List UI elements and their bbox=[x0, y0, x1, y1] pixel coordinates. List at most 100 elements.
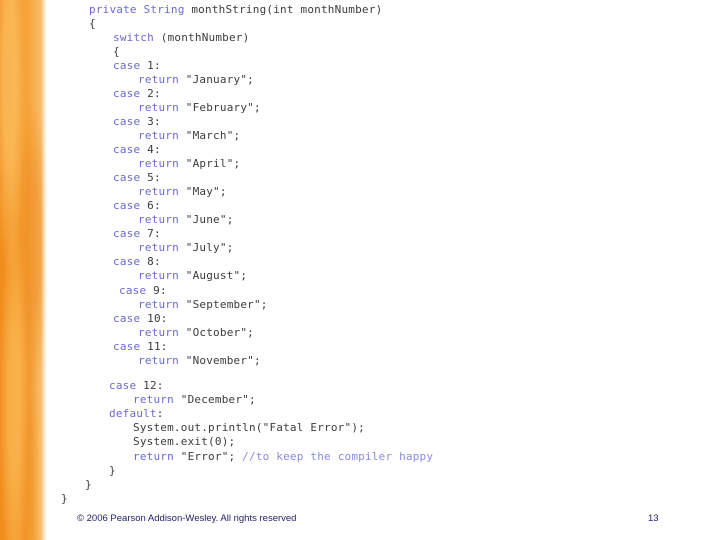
code-keyword: case bbox=[119, 284, 147, 297]
code-text: "November"; bbox=[178, 354, 261, 367]
code-keyword: return bbox=[133, 393, 174, 406]
code-line-return: return "February"; bbox=[138, 101, 261, 115]
code-line-return: return "January"; bbox=[138, 73, 254, 87]
code-text: 1: bbox=[140, 59, 161, 72]
code-text: (monthNumber) bbox=[153, 31, 250, 44]
code-text: 2: bbox=[140, 87, 161, 100]
code-text: 6: bbox=[140, 199, 161, 212]
code-text: "May"; bbox=[178, 185, 227, 198]
code-line-case: case 6: bbox=[113, 199, 161, 213]
code-text: System.out.println("Fatal Error"); bbox=[133, 421, 365, 434]
code-line-case: case 3: bbox=[113, 115, 161, 129]
code-line-case: case 9: bbox=[119, 284, 167, 298]
code-keyword: default bbox=[109, 407, 157, 420]
code-text: 7: bbox=[140, 227, 161, 240]
code-line: { bbox=[89, 17, 96, 31]
code-line-return: return "September"; bbox=[138, 298, 268, 312]
code-line: System.out.println("Fatal Error"); bbox=[133, 421, 365, 435]
code-text: { bbox=[113, 45, 120, 58]
code-text: 5: bbox=[140, 171, 161, 184]
code-line-return: return "December"; bbox=[133, 393, 256, 407]
code-comment: //to keep the compiler happy bbox=[242, 450, 434, 463]
code-keyword: case bbox=[113, 87, 141, 100]
code-text: "Error"; bbox=[173, 450, 243, 463]
code-keyword: return bbox=[138, 269, 179, 282]
code-keyword: return bbox=[133, 450, 174, 463]
code-line-method-signature: private String monthString(int monthNumb… bbox=[89, 3, 382, 17]
code-line-return: return "July"; bbox=[138, 241, 234, 255]
code-text: 9: bbox=[146, 284, 167, 297]
code-line-return: return "Error"; //to keep the compiler h… bbox=[133, 450, 433, 464]
code-keyword: return bbox=[138, 157, 179, 170]
code-listing: private String monthString(int monthNumb… bbox=[0, 0, 720, 540]
page-number: 13 bbox=[648, 513, 659, 524]
code-line-case: case 7: bbox=[113, 227, 161, 241]
code-text: System.exit(0); bbox=[133, 435, 236, 448]
code-keyword: return bbox=[138, 298, 179, 311]
code-text: "October"; bbox=[178, 326, 254, 339]
code-line: } bbox=[85, 478, 92, 492]
code-keyword: case bbox=[113, 227, 141, 240]
code-keyword: return bbox=[138, 73, 179, 86]
code-line-case: case 12: bbox=[109, 379, 164, 393]
code-line-case: case 2: bbox=[113, 87, 161, 101]
code-line-case: case 10: bbox=[113, 312, 168, 326]
copyright-notice: © 2006 Pearson Addison-Wesley. All right… bbox=[77, 513, 297, 524]
code-text: "June"; bbox=[178, 213, 234, 226]
code-keyword: return bbox=[138, 354, 179, 367]
code-text: 4: bbox=[140, 143, 161, 156]
code-keyword: case bbox=[113, 115, 141, 128]
code-keyword: case bbox=[113, 255, 141, 268]
code-line-return: return "April"; bbox=[138, 157, 240, 171]
code-line: { bbox=[113, 45, 120, 59]
code-line: } bbox=[109, 464, 116, 478]
code-line-return: return "October"; bbox=[138, 326, 254, 340]
code-keyword: case bbox=[113, 171, 141, 184]
code-text: 12: bbox=[136, 379, 164, 392]
code-keyword: return bbox=[138, 326, 179, 339]
code-line-return: return "August"; bbox=[138, 269, 247, 283]
code-text: 3: bbox=[140, 115, 161, 128]
code-keyword: return bbox=[138, 129, 179, 142]
code-keyword: private String bbox=[89, 3, 185, 16]
code-text: "April"; bbox=[178, 157, 241, 170]
code-text: } bbox=[109, 464, 116, 477]
code-text: 10: bbox=[140, 312, 168, 325]
code-text: "December"; bbox=[173, 393, 256, 406]
code-text: } bbox=[85, 478, 92, 491]
code-keyword: case bbox=[113, 59, 141, 72]
code-line-return: return "November"; bbox=[138, 354, 261, 368]
code-text: "March"; bbox=[178, 129, 241, 142]
code-keyword: return bbox=[138, 101, 179, 114]
code-line-default: default: bbox=[109, 407, 164, 421]
code-keyword: return bbox=[138, 241, 179, 254]
code-keyword: case bbox=[113, 312, 141, 325]
code-text: { bbox=[89, 17, 96, 30]
code-line-case: case 4: bbox=[113, 143, 161, 157]
code-keyword: return bbox=[138, 213, 179, 226]
code-text: } bbox=[61, 492, 68, 505]
code-keyword: return bbox=[138, 185, 179, 198]
code-text: "August"; bbox=[178, 269, 248, 282]
code-text: "September"; bbox=[178, 298, 268, 311]
code-keyword: case bbox=[113, 340, 141, 353]
code-line-return: return "June"; bbox=[138, 213, 234, 227]
code-line: } bbox=[61, 492, 68, 506]
code-keyword: case bbox=[113, 199, 141, 212]
code-text: "July"; bbox=[178, 241, 234, 254]
code-text: monthString(int monthNumber) bbox=[184, 3, 383, 16]
code-keyword: case bbox=[113, 143, 141, 156]
code-text: "February"; bbox=[178, 101, 261, 114]
code-text: 8: bbox=[140, 255, 161, 268]
code-line-return: return "March"; bbox=[138, 129, 240, 143]
code-text: "January"; bbox=[178, 73, 254, 86]
code-text: 11: bbox=[140, 340, 168, 353]
code-line-return: return "May"; bbox=[138, 185, 227, 199]
code-line-case: case 11: bbox=[113, 340, 168, 354]
code-line-case: case 5: bbox=[113, 171, 161, 185]
code-keyword: case bbox=[109, 379, 137, 392]
code-line-case: case 8: bbox=[113, 255, 161, 269]
code-line-case: case 1: bbox=[113, 59, 161, 73]
code-keyword: switch bbox=[113, 31, 154, 44]
code-line-switch: switch (monthNumber) bbox=[113, 31, 249, 45]
